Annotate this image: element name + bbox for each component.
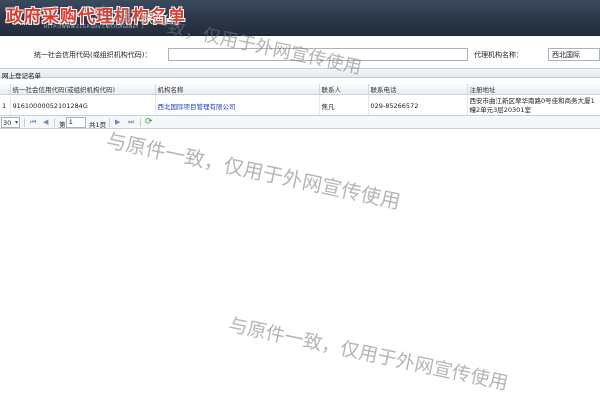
row-address: 西安市曲江新区翠华南路0号佳和商务大厦1幢2单元3层20301室 — [467, 94, 600, 117]
row-phone: 029-85266572 — [368, 94, 468, 117]
row-index: 1 — [0, 94, 11, 117]
row-credit-code: 91610000052101284G — [10, 94, 156, 117]
col-header-contact[interactable]: 联系人 — [319, 84, 369, 95]
watermark-text: 与原件一致，仅用于外网宣传使用 — [226, 313, 510, 395]
table-row[interactable]: 1 91610000052101284G 西北国际项目管理有限公司 焦凡 029… — [0, 94, 600, 117]
pager-divider — [24, 118, 25, 127]
col-header-address[interactable]: 注册地址 — [467, 84, 600, 95]
agency-table: 统一社会信用代码(或组织机构代码) 机构名称 联系人 联系电话 注册地址 1 9… — [0, 84, 600, 117]
page-size-select[interactable]: 30 ▾ — [1, 117, 20, 128]
page-size-value: 30 — [3, 119, 12, 127]
refresh-icon[interactable]: ⟳ — [145, 117, 153, 127]
page-number-input[interactable] — [66, 117, 86, 128]
row-agency-name-link[interactable]: 西北国际项目管理有限公司 — [155, 94, 320, 117]
col-header-name[interactable]: 机构名称 — [155, 84, 320, 95]
row-contact: 焦凡 — [319, 94, 369, 117]
pager-divider — [54, 118, 55, 127]
prev-page-icon[interactable]: ◀ — [43, 118, 48, 126]
col-header-credit-code[interactable]: 统一社会信用代码(或组织机构代码) — [10, 84, 156, 95]
page-label: 第 — [59, 121, 66, 129]
header-bar: 政府采购代理机构名单 HTTP://WWW.CCGP.GOV.CN/CR/AGE… — [0, 0, 600, 36]
total-pages-label: 共1页 — [89, 121, 107, 129]
table-header-row: 统一社会信用代码(或组织机构代码) 机构名称 联系人 联系电话 注册地址 — [0, 84, 600, 95]
grid-title: 网上登记名单 — [0, 68, 600, 80]
first-page-icon[interactable]: ⏮ — [30, 118, 36, 127]
pagination-bar: 30 ▾ ⏮ ◀ 第 共1页 ▶ ⏭ ⟳ — [0, 115, 600, 129]
agency-name-label: 代理机构名称： — [474, 51, 523, 59]
col-header-index[interactable] — [0, 84, 11, 95]
watermark-text: 与原件一致，仅用于外网宣传使用 — [104, 127, 403, 214]
last-page-icon[interactable]: ⏭ — [128, 118, 134, 127]
col-header-phone[interactable]: 联系电话 — [368, 84, 468, 95]
agency-name-input[interactable] — [548, 48, 600, 61]
credit-code-label: 统一社会信用代码(或组织机构代码)： — [34, 51, 152, 59]
pager-divider — [140, 118, 141, 127]
chevron-down-icon: ▾ — [14, 119, 18, 126]
